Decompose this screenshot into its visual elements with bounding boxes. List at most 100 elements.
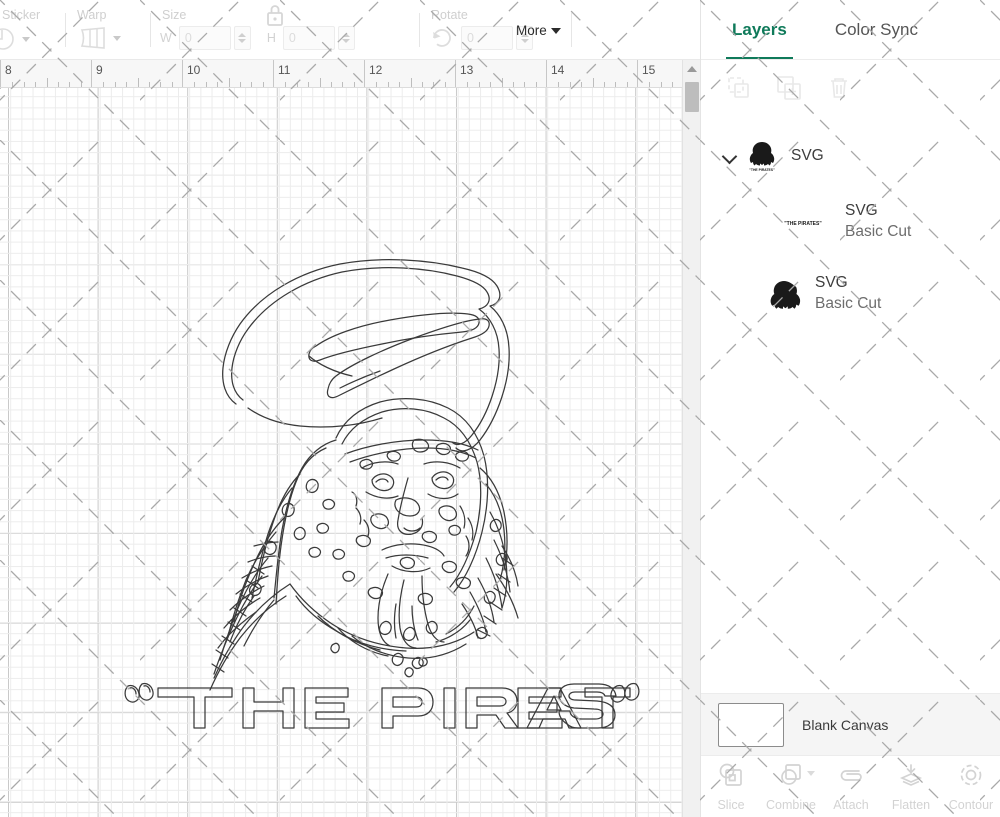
layer-child-2-subtitle: Basic Cut <box>815 295 882 312</box>
toolbar-group-size: Size W 0 H 0 <box>160 0 410 60</box>
warp-icon[interactable] <box>79 26 107 50</box>
ruler-tick <box>320 78 321 87</box>
tab-color-sync[interactable]: Color Sync <box>829 0 924 60</box>
flatten-icon <box>898 762 924 793</box>
scrollbar-thumb[interactable] <box>685 82 699 112</box>
toolbar-divider-1 <box>65 12 66 47</box>
slice-button[interactable]: Slice <box>701 762 761 812</box>
toolbar-divider-2 <box>150 12 151 47</box>
width-stepper[interactable] <box>233 26 251 50</box>
duplicate-icon[interactable] <box>776 75 802 106</box>
layer-row-parent[interactable]: "THE PIRATES" SVG <box>701 126 1000 186</box>
width-letter: W <box>160 31 172 45</box>
layer-thumbnail-text: "THE PIRATES" <box>777 214 829 230</box>
ruler-mark: 9 <box>91 60 182 87</box>
width-input[interactable]: 0 <box>178 26 231 50</box>
scroll-up-button[interactable] <box>683 60 701 77</box>
ruler-mark: 11 <box>273 60 364 87</box>
canvas-layer-label: Blank Canvas <box>802 716 889 733</box>
layers-list: "THE PIRATES" SVG "THE PIRATES" SVG Basi… <box>701 126 1000 698</box>
group-icon[interactable] <box>726 75 752 106</box>
layer-child-1-subtitle: Basic Cut <box>845 223 912 240</box>
ruler-mark-label: 15 <box>642 63 656 77</box>
height-letter: H <box>266 31 276 45</box>
layer-row-child-2[interactable]: SVG Basic Cut <box>701 258 1000 330</box>
ruler-mark-label: 12 <box>369 63 383 77</box>
layer-thumbnail-head <box>767 277 801 311</box>
ruler-mark: 8 <box>0 60 91 87</box>
toolbar-divider-4 <box>571 12 572 47</box>
design-canvas[interactable] <box>0 88 700 817</box>
combine-icon <box>778 762 804 793</box>
ruler-mark: 13 <box>455 60 546 87</box>
contour-button[interactable]: Contour <box>941 762 1000 812</box>
ruler-mark-label: 10 <box>187 63 201 77</box>
slice-icon <box>718 762 744 793</box>
panel-tabs: Layers Color Sync <box>701 0 1000 60</box>
ruler-tick <box>229 78 230 87</box>
canvas-color-swatch[interactable] <box>718 702 784 747</box>
layer-parent-title: SVG <box>791 147 824 164</box>
flatten-button[interactable]: Flatten <box>881 762 941 812</box>
warp-label: Warp <box>77 8 107 22</box>
rotate-icon[interactable] <box>429 26 455 50</box>
ruler-tick <box>47 78 48 87</box>
ruler-mark-label: 13 <box>460 63 474 77</box>
slice-label: Slice <box>717 797 745 812</box>
more-label: More <box>516 23 547 38</box>
cricut-design-space-app: Sticker Warp Size W 0 H 0 Rotate 0 More … <box>0 0 1000 817</box>
ruler-mark-label: 8 <box>5 63 12 77</box>
combine-dropdown-caret[interactable] <box>807 770 815 776</box>
right-panel: Layers Color Sync "THE PIRATES" SVG "THE… <box>700 0 1000 817</box>
ruler-mark-label: 14 <box>551 63 565 77</box>
toolbar-group-warp: Warp <box>75 0 141 60</box>
rotate-input[interactable]: 0 <box>461 26 513 50</box>
contour-label: Contour <box>948 797 994 812</box>
rotate-label: Rotate <box>431 8 468 22</box>
tab-layers[interactable]: Layers <box>726 0 793 60</box>
tab-color-sync-label: Color Sync <box>834 20 918 39</box>
canvas-layer-row[interactable]: Blank Canvas <box>701 693 1000 755</box>
ruler-tick <box>411 78 412 87</box>
layer-thumbnail-full: "THE PIRATES" <box>745 139 779 173</box>
ruler-mark-label: 9 <box>96 63 103 77</box>
layer-child-2-labels: SVG Basic Cut <box>815 273 881 315</box>
horizontal-ruler: 8 9 10 11 12 13 14 15 <box>0 60 700 88</box>
ruler-mark-label: 11 <box>278 63 291 77</box>
svg-text:"THE PIRATES": "THE PIRATES" <box>784 221 822 227</box>
top-toolbar: Sticker Warp Size W 0 H 0 Rotate 0 More <box>0 0 710 60</box>
toolbar-group-sticker: Sticker <box>0 0 56 60</box>
layer-parent-labels: SVG <box>791 146 824 166</box>
chevron-down-icon[interactable] <box>721 147 739 165</box>
chevron-down-icon <box>550 27 561 34</box>
height-input[interactable]: 0 <box>282 26 335 50</box>
tab-layers-label: Layers <box>732 20 787 39</box>
layer-child-1-title: SVG <box>845 202 878 219</box>
layer-child-1-labels: SVG Basic Cut <box>845 201 911 243</box>
combine-label: Combine <box>765 797 817 812</box>
warp-dropdown-caret[interactable] <box>113 35 121 41</box>
attach-button[interactable]: Attach <box>821 762 881 812</box>
layer-child-2-title: SVG <box>815 274 848 291</box>
sticker-icon[interactable] <box>0 26 16 52</box>
lock-icon[interactable] <box>264 2 286 33</box>
canvas-vertical-scrollbar[interactable] <box>682 60 700 817</box>
bottom-tool-bar: Slice Combine Attach Flatten Contour <box>701 755 1000 817</box>
delete-icon[interactable] <box>826 75 852 106</box>
tabs-underline <box>701 59 1000 60</box>
contour-icon <box>958 762 984 793</box>
ruler-tick <box>593 78 594 87</box>
sticker-dropdown-caret[interactable] <box>22 36 30 42</box>
combine-button[interactable]: Combine <box>761 762 821 812</box>
layer-row-child-1[interactable]: "THE PIRATES" SVG Basic Cut <box>701 186 1000 258</box>
ruler-tick <box>138 78 139 87</box>
ruler-mark: 14 <box>546 60 637 87</box>
svg-text:"THE PIRATES": "THE PIRATES" <box>749 168 775 172</box>
arrow-up-icon <box>687 65 697 72</box>
more-button[interactable]: More <box>516 23 561 38</box>
attach-icon <box>837 762 865 793</box>
height-stepper[interactable] <box>337 26 355 50</box>
attach-label: Attach <box>833 797 869 812</box>
sticker-label: Sticker <box>2 8 41 22</box>
flatten-label: Flatten <box>891 797 931 812</box>
